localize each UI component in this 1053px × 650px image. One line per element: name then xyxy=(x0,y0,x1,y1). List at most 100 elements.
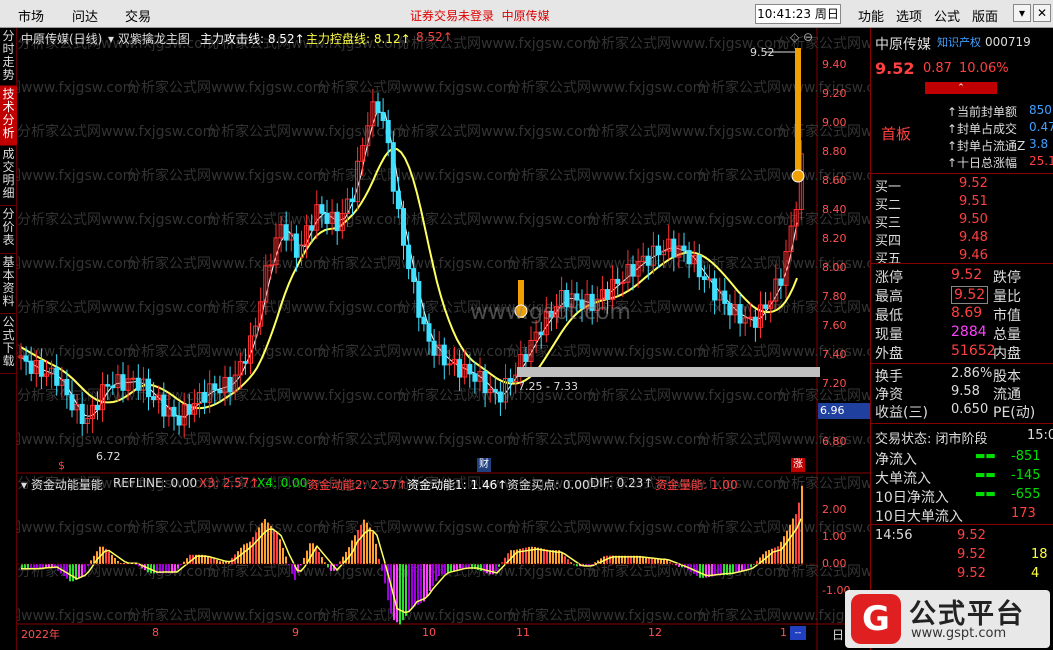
collapse-icon[interactable]: ▾ xyxy=(1013,4,1031,22)
fund-bar xyxy=(666,560,668,564)
fund-bar xyxy=(177,564,179,569)
sub-tick-label: 2.00 xyxy=(822,503,847,516)
control-line-value: 主力控盘线: 8.12↑ xyxy=(306,32,411,46)
candle-body xyxy=(696,254,702,278)
fund-bar xyxy=(135,564,137,565)
quote-panel: 中原传媒 知识产权 000719 9.52 0.87 10.06% ⌃ 首板 ↑… xyxy=(870,28,1053,650)
menu-market[interactable]: 市场 xyxy=(18,6,44,25)
candle-body xyxy=(217,389,223,394)
period-day-button[interactable]: 日 xyxy=(832,626,844,643)
fund-bar xyxy=(360,524,362,564)
watermark-text: 分析家公式网www.fxjgsw.com xyxy=(587,211,786,228)
kline-chart[interactable]: 分析家公式网www.fxjgsw.com 分析家公式网www.fxjgsw.com… xyxy=(17,28,870,650)
bid-price: 9.51 xyxy=(959,194,988,209)
candle-body xyxy=(79,403,85,424)
indicator-dropdown[interactable]: ▾ 双紫擒龙主图 xyxy=(108,30,190,47)
scroll-indicator[interactable]: -- xyxy=(790,626,806,640)
fund-bar xyxy=(270,525,272,564)
fund-bar xyxy=(795,514,797,564)
candle-body xyxy=(497,391,503,403)
tab-fundamentals[interactable]: 基本资料 xyxy=(0,254,17,314)
logo-g-icon: G xyxy=(851,594,901,644)
marker-limit-up[interactable]: 涨 xyxy=(791,458,805,472)
expand-icon[interactable]: ⌃ xyxy=(925,82,997,94)
tab-technical[interactable]: 技术分析 xyxy=(0,86,17,146)
price-tick-label: 8.00 xyxy=(822,261,847,274)
tick-price: 9.52 xyxy=(957,528,986,543)
fund-bar xyxy=(717,564,719,576)
candle-body xyxy=(406,244,412,270)
candle-body xyxy=(202,391,208,403)
watermark-text: 分析家公式网www.fxjgsw.com xyxy=(507,519,706,536)
stat-label: 量比 xyxy=(993,289,1021,305)
tab-intraday[interactable]: 分时走势 xyxy=(0,28,17,86)
candle-body xyxy=(268,264,274,267)
menu-layout[interactable]: 版面 xyxy=(972,6,998,25)
clock: 10:41:23 周日 xyxy=(755,4,841,24)
watermark-text: 分析家公式网www.fxjgsw.com xyxy=(127,519,326,536)
watermark-text: 分析家公式网www.fxjgsw.com xyxy=(777,475,870,492)
fund-bar xyxy=(81,564,83,577)
limit-info-label: ↑当前封单额 xyxy=(947,105,1018,119)
signal-dot xyxy=(791,169,805,183)
flow-bar-icon: ▬▬ xyxy=(975,468,996,481)
candle-body xyxy=(671,238,677,258)
limit-info-label: ↑封单占成交 xyxy=(947,122,1018,136)
stat-value: 9.52 xyxy=(951,286,989,304)
fund-bar xyxy=(567,559,569,564)
candle-body xyxy=(441,344,447,366)
fund-bar xyxy=(339,561,341,564)
fund-bar xyxy=(750,564,752,568)
candle-body xyxy=(105,384,111,387)
menu-options[interactable]: 选项 xyxy=(896,6,922,25)
fund-bar xyxy=(279,539,281,564)
candle-body xyxy=(227,376,233,393)
marker-finance[interactable]: 财 xyxy=(477,458,491,472)
menu-wenda[interactable]: 问达 xyxy=(72,6,98,25)
price-tick-label: 8.80 xyxy=(822,145,847,158)
close-icon[interactable]: ✕ xyxy=(1033,4,1051,22)
tick-time: 14:56 xyxy=(875,528,913,543)
limit-info-value: 25.1 xyxy=(1029,154,1053,168)
tab-trades[interactable]: 成交明细 xyxy=(0,146,17,206)
menu-function[interactable]: 功能 xyxy=(858,6,884,25)
stat-label: 市值 xyxy=(993,308,1021,324)
price-tick-label: 8.60 xyxy=(822,174,847,187)
fund-bar xyxy=(414,564,416,607)
menu-formula[interactable]: 公式 xyxy=(934,6,960,25)
price-tick-label: 6.80 xyxy=(822,435,847,448)
fund-bar xyxy=(420,564,422,604)
fund-bar xyxy=(330,564,332,571)
sub-indicator-dropdown[interactable]: ▾ 资金动能量能 xyxy=(21,476,103,493)
menu-bar: 市场 问达 交易 证券交易未登录 中原传媒 10:41:23 周日 功能 选项 … xyxy=(0,0,1053,28)
candle-body xyxy=(54,367,60,386)
fund-bar xyxy=(444,564,446,575)
candle-body xyxy=(492,388,498,393)
bid-price: 9.50 xyxy=(959,212,988,227)
fund-bar xyxy=(456,564,458,570)
watermark-text: 分析家公式网www.fxjgsw.com xyxy=(317,255,516,272)
fund-bar xyxy=(327,564,329,568)
fund-bar xyxy=(747,564,749,570)
fund-bar xyxy=(789,524,791,564)
login-notice[interactable]: 证券交易未登录 中原传媒 xyxy=(410,7,550,24)
fund-bar xyxy=(249,541,251,564)
fund-bar xyxy=(654,558,656,564)
range-label: 7.25 - 7.33 xyxy=(518,380,578,393)
candle-body xyxy=(701,276,707,281)
chart-settings-icon[interactable]: ◇ ⊖ xyxy=(790,30,813,44)
fund-bar xyxy=(564,556,566,564)
watermark-text: 分析家公式网www.fxjgsw.com xyxy=(127,607,326,624)
fund-bar xyxy=(771,548,773,564)
tab-price-table[interactable]: 分价表 xyxy=(0,206,17,254)
stat-label: 总量 xyxy=(993,327,1021,343)
tab-formula-download[interactable]: 公式下载 xyxy=(0,314,17,374)
candle-body xyxy=(309,225,315,231)
stock-tag[interactable]: 知识产权 xyxy=(937,34,981,50)
menu-trade[interactable]: 交易 xyxy=(125,6,151,25)
watermark-text: 分析家公式网www.fxjgsw.com xyxy=(507,343,706,360)
fund-bar xyxy=(702,564,704,578)
fund-bar xyxy=(246,543,248,564)
candle-body xyxy=(421,316,427,325)
watermark-text: 分析家公式网www.fxjgsw.com xyxy=(127,79,326,96)
